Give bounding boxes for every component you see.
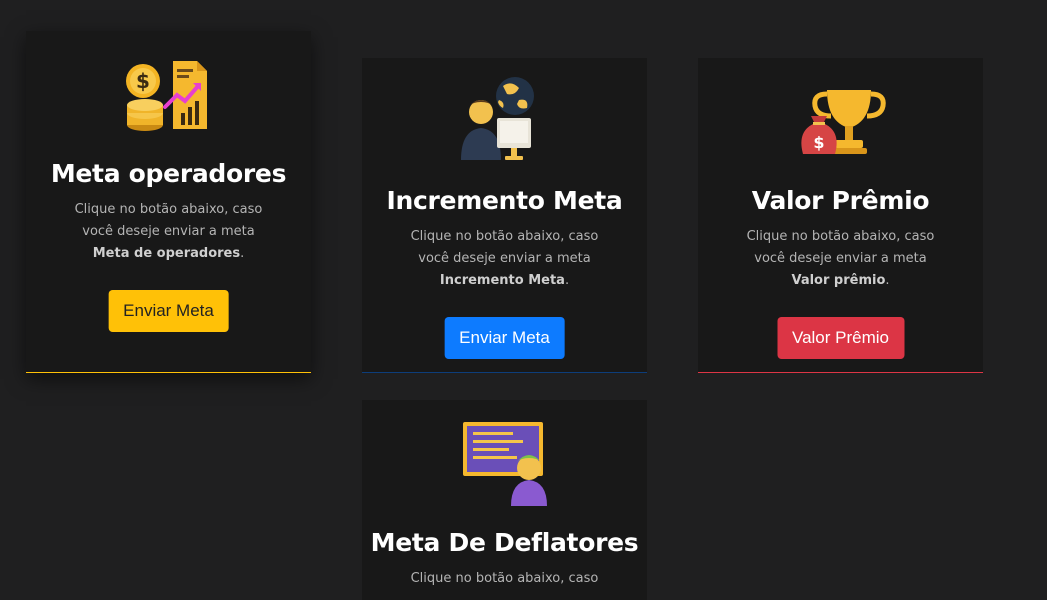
svg-text:$: $ — [813, 133, 824, 152]
enviar-meta-button[interactable]: Enviar Meta — [444, 317, 565, 359]
card-valor-premio: $ Valor Prêmio Clique no botão abaixo, c… — [698, 58, 983, 373]
card-title: Meta De Deflatores — [370, 528, 639, 557]
card-meta-operadores: $ Meta operadores Clique no botão abaixo… — [26, 31, 311, 373]
card-accent-line — [698, 372, 983, 373]
card-accent-line — [26, 372, 311, 373]
svg-text:$: $ — [136, 69, 150, 93]
card-title: Meta operadores — [50, 159, 287, 188]
money-growth-icon: $ — [119, 55, 219, 145]
card-title: Valor Prêmio — [751, 186, 930, 215]
card-description: Clique no botão abaixo, caso você deseje… — [74, 202, 263, 261]
enviar-meta-button[interactable]: Enviar Meta — [108, 290, 229, 332]
card-title: Incremento Meta — [386, 186, 623, 215]
card-description: Clique no botão abaixo, caso você deseje… — [746, 229, 935, 288]
card-accent-line — [362, 372, 647, 373]
card-description: Clique no botão abaixo, caso — [410, 571, 599, 586]
presenter-board-icon — [455, 416, 555, 506]
card-incremento-meta: Incremento Meta Clique no botão abaixo, … — [362, 58, 647, 373]
card-meta-deflatores: Meta De Deflatores Clique no botão abaix… — [362, 400, 647, 600]
card-description: Clique no botão abaixo, caso você deseje… — [410, 229, 599, 288]
trophy-money-bag-icon: $ — [791, 78, 891, 168]
person-globe-computer-icon — [455, 74, 555, 164]
valor-premio-button[interactable]: Valor Prêmio — [777, 317, 904, 359]
